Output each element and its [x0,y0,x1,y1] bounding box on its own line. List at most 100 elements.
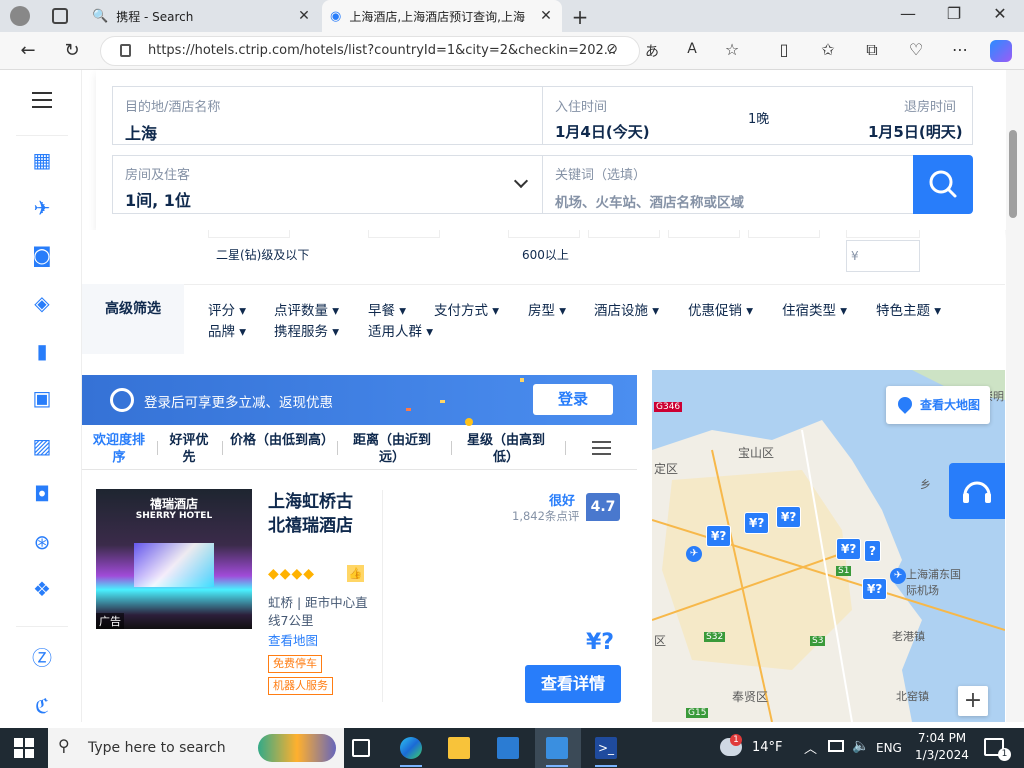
close-tab-icon[interactable]: ✕ [296,8,312,24]
clock-time[interactable]: 7:04 PM [916,731,968,745]
new-tab-icon[interactable]: + [568,5,592,29]
tour-icon[interactable]: ◈ [29,290,55,316]
destination-value[interactable]: 上海 [125,120,157,144]
price-pin[interactable]: ? [864,540,881,562]
car-icon[interactable]: ◘ [29,481,55,507]
taskbar-search-text[interactable]: Type here to search [88,740,226,756]
more-sort-icon[interactable] [592,441,611,455]
filter-ctrip-service[interactable]: 携程服务 ▾ [274,320,339,340]
filter-audience[interactable]: 适用人群 ▾ [368,320,433,340]
sort-star[interactable]: 星级（由高到低） [458,432,554,466]
hotel-icon[interactable]: ▦ [29,147,55,173]
tracking-icon[interactable]: ⊘ [600,41,624,57]
sort-popularity[interactable]: 欢迎度排序 [88,432,150,466]
rooms-label: 房间及住客 [125,168,191,183]
read-aloud-icon[interactable]: A [680,41,704,57]
hotel-image[interactable]: 禧瑞酒店 SHERRY HOTEL 广告 [96,489,252,629]
filter-brand[interactable]: 品牌 ▾ [208,320,246,340]
gift-icon[interactable]: ❖ [29,576,55,602]
powershell-icon[interactable]: >_ [595,737,617,759]
filter-room-type[interactable]: 房型 ▾ [528,299,566,319]
tab-ctrip[interactable]: ◉ 上海酒店,上海酒店预订查询,上海 ✕ [322,0,562,32]
copilot-icon[interactable] [990,40,1012,62]
filter-lodging-type[interactable]: 住宿类型 ▾ [782,299,847,319]
search-button[interactable] [913,155,973,214]
close-tab-icon[interactable]: ✕ [538,8,554,24]
flight-icon[interactable]: ✈ [29,195,55,221]
view-details-button[interactable]: 查看详情 [525,665,621,703]
hotel-name[interactable]: 上海虹桥古北禧瑞酒店 [268,490,368,538]
filter-theme[interactable]: 特色主题 ▾ [876,299,941,319]
scrollbar[interactable] [1006,70,1024,722]
photo-icon[interactable]: ▨ [29,433,55,459]
price-pin[interactable]: ¥? [744,512,770,534]
scrollbar-thumb[interactable] [1009,130,1017,218]
z-app-icon[interactable]: Ⓩ [29,645,55,671]
view-big-map-button[interactable]: 查看大地图 [886,386,990,424]
collections-icon[interactable]: ⧉ [860,40,884,60]
global-icon[interactable]: ⊛ [29,529,55,555]
filter-promotions[interactable]: 优惠促销 ▾ [688,299,753,319]
tab-actions-icon[interactable] [52,8,68,24]
price-pin[interactable]: ¥? [706,525,732,547]
restore-icon[interactable]: ❐ [942,4,966,23]
menu-icon[interactable] [32,92,52,108]
file-explorer-icon[interactable] [448,737,470,759]
refresh-icon[interactable]: ↻ [60,40,84,61]
filter-facilities[interactable]: 酒店设施 ▾ [594,299,659,319]
train-icon[interactable]: ◙ [29,242,55,268]
close-window-icon[interactable]: ✕ [988,4,1012,23]
sort-price-asc[interactable]: 价格（由低到高） [230,432,334,449]
sort-distance[interactable]: 距离（由近到远） [344,432,440,466]
map[interactable]: 崇明 G346 宝山区 定区 乡 S1 上海浦东国际机场 S32 S3 区 老港… [652,370,1005,722]
translate-icon[interactable]: あ [640,41,664,61]
task-view-icon[interactable] [352,739,370,757]
network-icon[interactable] [828,740,844,752]
tab-search[interactable]: 🔍 携程 - Search ✕ [84,0,320,32]
guide-icon[interactable]: ▮ [29,338,55,364]
checkout-value[interactable]: 1月5日(明天) [868,121,963,142]
windows-start-icon[interactable] [14,738,34,758]
language-indicator[interactable]: ENG [876,741,902,755]
price-pin[interactable]: ¥? [776,506,802,528]
split-screen-icon[interactable]: ▯ [772,40,796,59]
ctrip-logo-icon[interactable]: ℭ [29,693,55,719]
view-map-link[interactable]: 查看地图 [268,630,318,649]
login-button[interactable]: 登录 [533,384,613,415]
weather-temp[interactable]: 14°F [752,740,783,755]
url-text[interactable]: https://hotels.ctrip.com/hotels/list?cou… [148,43,616,58]
filter-breakfast[interactable]: 早餐 ▾ [368,299,406,319]
price-pin[interactable]: ¥? [836,538,862,560]
back-icon[interactable]: ← [16,40,40,61]
tag-robot-service: 机器人服务 [268,677,333,695]
mail-icon[interactable] [546,737,568,759]
sort-rating[interactable]: 好评优先 [164,432,214,466]
bus-icon[interactable]: ▣ [29,385,55,411]
zoom-in-button[interactable]: + [958,686,988,716]
store-icon[interactable] [497,737,519,759]
extensions-icon[interactable]: ♡ [904,40,928,59]
keyword-input[interactable]: 机场、火车站、酒店名称或区域 [555,191,744,211]
destination-field[interactable] [112,86,544,145]
customer-service-button[interactable] [949,463,1005,519]
filter-payment[interactable]: 支付方式 ▾ [434,299,499,319]
favorite-icon[interactable]: ☆ [720,40,744,59]
price-pin[interactable]: ¥? [862,578,888,600]
favorites-icon[interactable]: ✩ [816,40,840,59]
minimize-icon[interactable]: — [896,4,920,23]
clock-date[interactable]: 1/3/2024 [914,748,970,762]
price-filter-chip[interactable]: 600以上 [514,244,577,266]
chevron-up-icon[interactable]: ︿ [804,738,817,757]
filter-review-count[interactable]: 点评数量 ▾ [274,299,339,319]
price-input[interactable]: ¥ [846,240,920,272]
star-filter-chip[interactable]: 二星(钻)级及以下 [208,244,317,266]
review-count[interactable]: 1,842条点评 [512,508,579,524]
edge-icon[interactable] [400,737,422,759]
ad-badge: 广告 [96,613,124,629]
profile-icon[interactable] [10,6,30,26]
volume-icon[interactable]: 🔈 [852,738,869,754]
checkin-value[interactable]: 1月4日(今天) [555,121,650,142]
more-icon[interactable]: ⋯ [948,40,972,59]
rooms-value[interactable]: 1间, 1位 [125,187,191,211]
filter-rating[interactable]: 评分 ▾ [208,299,246,319]
